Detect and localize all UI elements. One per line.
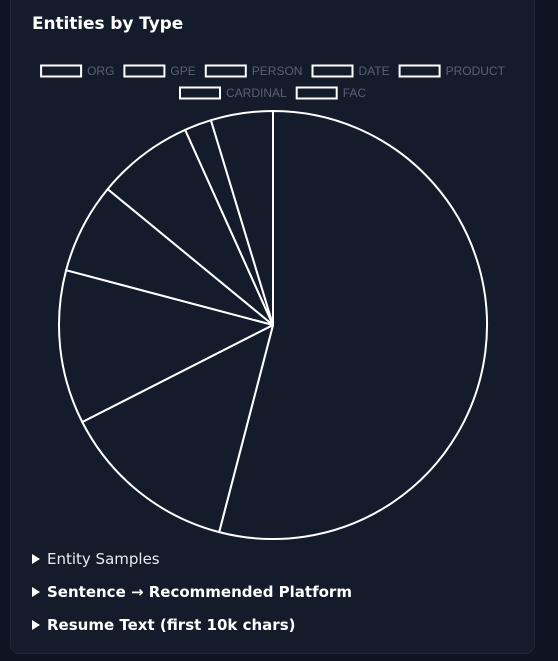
legend-label: DATE — [359, 64, 390, 78]
legend-swatch — [40, 64, 83, 78]
legend-item-product[interactable]: PRODUCT — [398, 64, 506, 78]
pie-slices — [58, 110, 488, 540]
legend-label: PRODUCT — [446, 64, 506, 78]
legend-item-org[interactable]: ORG — [40, 64, 114, 78]
legend-item-fac[interactable]: FAC — [295, 86, 367, 100]
legend-label: ORG — [87, 64, 114, 78]
legend-swatch — [123, 64, 166, 78]
entity-samples-label: Entity Samples — [47, 550, 160, 568]
legend-item-person[interactable]: PERSON — [204, 64, 303, 78]
legend: ORG GPE PERSON DATE PRODUCT CARDINAL FAC — [40, 64, 506, 100]
triangle-right-icon — [32, 554, 40, 564]
resume-text-toggle[interactable]: Resume Text (first 10k chars) — [32, 616, 295, 634]
sentence-platform-label: Sentence → Recommended Platform — [47, 583, 352, 601]
legend-swatch — [179, 86, 221, 100]
legend-swatch — [295, 86, 338, 100]
legend-label: FAC — [343, 86, 367, 100]
entity-samples-toggle[interactable]: Entity Samples — [32, 550, 160, 568]
triangle-right-icon — [32, 620, 40, 630]
resume-text-label: Resume Text (first 10k chars) — [47, 616, 296, 634]
legend-swatch — [398, 64, 441, 78]
legend-swatch — [204, 64, 247, 78]
sentence-platform-toggle[interactable]: Sentence → Recommended Platform — [32, 583, 352, 601]
legend-swatch — [311, 64, 354, 78]
legend-item-cardinal[interactable]: CARDINAL — [179, 86, 287, 100]
legend-item-date[interactable]: DATE — [311, 64, 390, 78]
legend-label: CARDINAL — [226, 86, 287, 100]
triangle-right-icon — [32, 587, 40, 597]
legend-item-gpe[interactable]: GPE — [123, 64, 196, 78]
legend-label: PERSON — [252, 64, 303, 78]
legend-label: GPE — [170, 64, 195, 78]
